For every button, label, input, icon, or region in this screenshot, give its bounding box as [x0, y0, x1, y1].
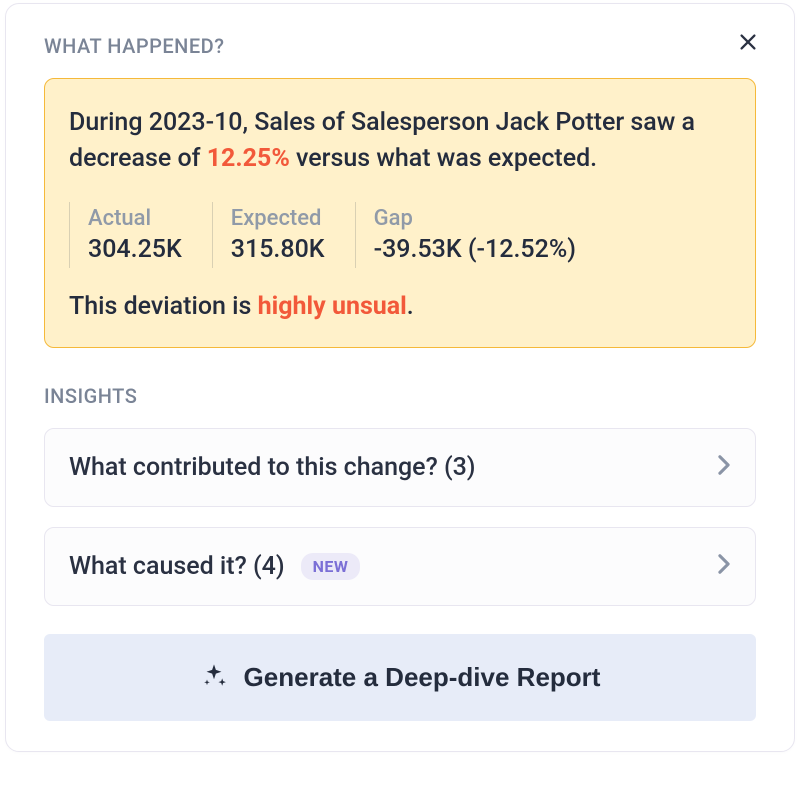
- insight-caused[interactable]: What caused it? (4) NEW: [44, 527, 756, 606]
- insight-contributed[interactable]: What contributed to this change? (3): [44, 428, 756, 507]
- insight-title: What contributed to this change? (3): [69, 453, 476, 482]
- panel-header: WHAT HAPPENED?: [44, 34, 756, 58]
- stat-actual-value: 304.25K: [88, 235, 182, 264]
- deviation-post: .: [407, 292, 414, 321]
- stat-expected-label: Expected: [231, 206, 325, 231]
- close-icon: [737, 31, 759, 53]
- new-badge: NEW: [301, 553, 361, 580]
- summary-percent: 12.25%: [207, 144, 290, 173]
- section-label-insights: INSIGHTS: [44, 384, 756, 408]
- what-happened-panel: WHAT HAPPENED? During 2023-10, Sales of …: [5, 3, 795, 752]
- close-button[interactable]: [734, 28, 762, 56]
- insight-left: What caused it? (4) NEW: [69, 552, 360, 581]
- chevron-right-icon: [717, 454, 731, 480]
- deviation-pre: This deviation is: [69, 292, 258, 321]
- stat-actual: Actual 304.25K: [69, 202, 212, 268]
- stat-expected-value: 315.80K: [231, 235, 325, 264]
- stat-gap: Gap -39.53K (-12.52%): [355, 202, 606, 268]
- insight-title: What caused it? (4): [69, 552, 285, 581]
- summary-text-post: versus what was expected.: [290, 144, 597, 173]
- stats-row: Actual 304.25K Expected 315.80K Gap -39.…: [69, 202, 731, 268]
- stat-expected: Expected 315.80K: [212, 202, 355, 268]
- insight-left: What contributed to this change? (3): [69, 453, 476, 482]
- stat-actual-label: Actual: [88, 206, 182, 231]
- generate-deep-dive-button[interactable]: Generate a Deep-dive Report: [44, 634, 756, 721]
- chevron-right-icon: [717, 553, 731, 579]
- stat-gap-value: -39.53K (-12.52%): [374, 235, 576, 264]
- deep-dive-label: Generate a Deep-dive Report: [244, 662, 601, 693]
- deviation-sentence: This deviation is highly unsual.: [69, 292, 731, 321]
- summary-sentence: During 2023-10, Sales of Salesperson Jac…: [69, 105, 731, 178]
- deviation-highlight: highly unsual: [258, 292, 407, 321]
- sparkle-icon: [200, 662, 228, 693]
- summary-box: During 2023-10, Sales of Salesperson Jac…: [44, 78, 756, 348]
- stat-gap-label: Gap: [374, 206, 576, 231]
- section-label-what-happened: WHAT HAPPENED?: [44, 34, 224, 58]
